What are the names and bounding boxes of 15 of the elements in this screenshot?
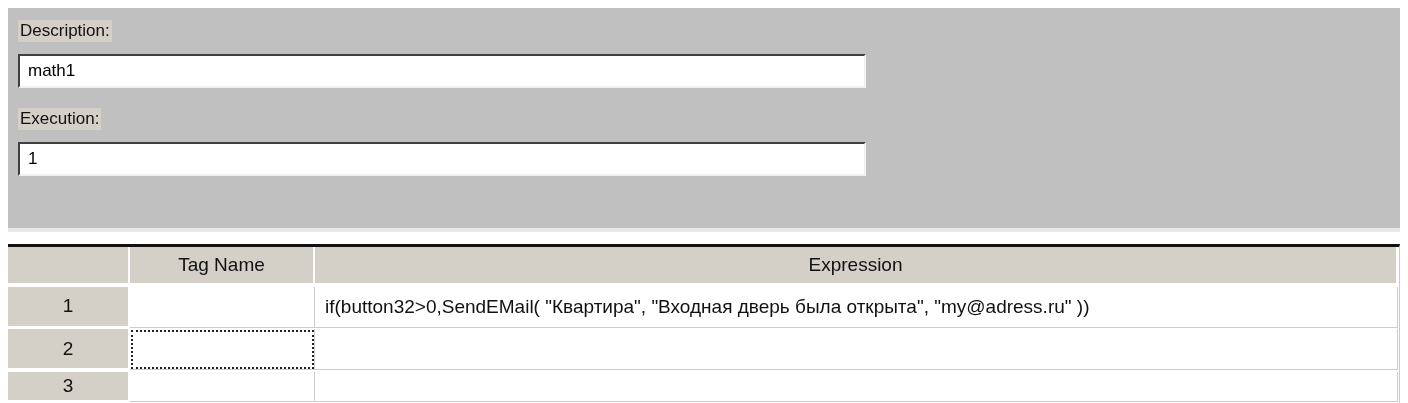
table-cell[interactable]: [130, 371, 315, 402]
column-header[interactable]: Expression: [315, 247, 1398, 285]
column-header[interactable]: Tag Name: [130, 247, 315, 285]
field-label: Description:: [18, 20, 112, 42]
table-cell[interactable]: [130, 329, 315, 370]
table-cell[interactable]: [130, 286, 315, 328]
input-field[interactable]: 1: [18, 142, 866, 176]
field-label: Execution:: [18, 108, 102, 130]
table-cell[interactable]: if(button32>0,SendEMail( "Квартира", "Входная дверь была открыта", "my@adress.ru" )): [315, 286, 1398, 328]
row-header[interactable]: 1: [8, 286, 130, 328]
row-header[interactable]: 3: [8, 371, 130, 402]
row-header[interactable]: 2: [8, 329, 130, 370]
table-cell[interactable]: [315, 371, 1398, 402]
input-field[interactable]: math1: [18, 54, 866, 88]
table-cell[interactable]: [315, 329, 1398, 370]
